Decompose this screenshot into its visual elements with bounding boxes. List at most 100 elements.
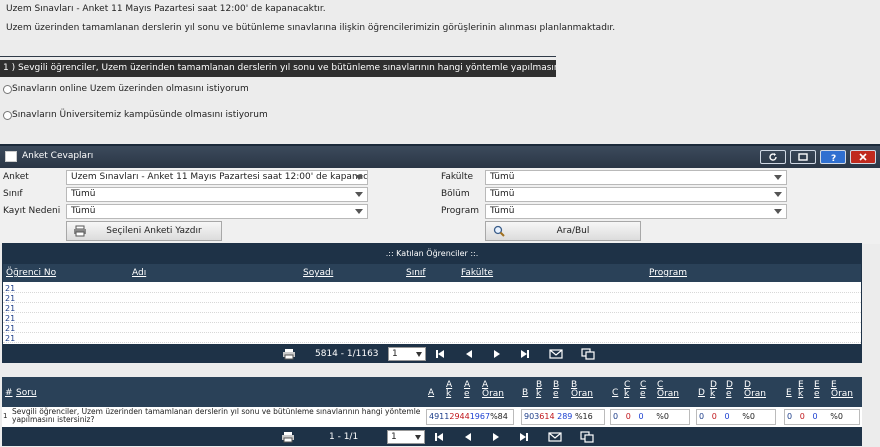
printer-icon[interactable] [282,348,296,360]
program-label: Program [441,206,479,216]
col-b-e[interactable]: Be [553,381,559,399]
answer-c-total: 0 [613,412,619,421]
prev-page-icon[interactable] [463,432,473,442]
answer-b-total: 903 [524,412,540,421]
sinif-label: Sınıf [3,189,23,199]
question-title: 1 ) Sevgili öğrenciler, Uzem üzerinden t… [0,60,556,77]
svg-text:?: ? [831,154,836,162]
last-page-icon[interactable] [519,432,529,442]
table-row[interactable]: 21 [3,284,861,293]
col-b[interactable]: B [522,389,528,398]
col-soyadi[interactable]: Soyadı [303,268,333,278]
answer-c-e: 0 [638,412,644,421]
program-select-value: Tümü [490,206,515,216]
mail-icon[interactable] [548,432,562,442]
col-e-k[interactable]: Ek [798,381,804,399]
radio-button[interactable] [3,110,12,120]
option-label: Sınavların Üniversitemiz kampüsünde olma… [12,110,268,120]
fakulte-select-value: Tümü [490,172,515,182]
col-e[interactable]: E [786,389,792,398]
close-button[interactable] [850,150,876,164]
bolum-select-value: Tümü [490,189,515,199]
col-d-oran[interactable]: D Oran [744,381,766,399]
anket-select[interactable]: Uzem Sınavları - Anket 11 Mayıs Pazartes… [66,170,368,185]
copy-icon[interactable] [580,431,594,443]
col-b-k[interactable]: Bk [536,381,542,399]
answer-b-cell: 903614 289 %16 [521,409,605,425]
students-caption: .:: Katılan Öğrenciler ::. [385,249,479,258]
table-row[interactable]: 21 [3,324,861,333]
col-program[interactable]: Program [649,268,687,278]
col-adi[interactable]: Adı [132,268,146,278]
maximize-button[interactable] [790,150,816,164]
col-c-oran[interactable]: C Oran [657,381,679,399]
col-fakulte[interactable]: Fakülte [461,268,493,278]
last-page-icon[interactable] [520,349,530,359]
table-row[interactable]: 21 [3,304,861,313]
mail-icon[interactable] [549,349,563,359]
results-panel: # Soru A Ak Ae A Oran B Bk Be B Oran C Ck … [2,377,862,446]
next-page-icon[interactable] [491,432,501,442]
answer-c-cell: 0 0 0 %0 [610,409,690,425]
first-page-icon[interactable] [434,432,444,442]
col-d-e[interactable]: De [726,381,733,399]
anket-label: Anket [3,172,29,182]
bolum-select[interactable]: Tümü [485,187,787,202]
table-row[interactable]: 21 [3,294,861,303]
row-question: Sevgili öğrenciler, Uzem üzerinden tamam… [12,407,421,424]
col-c[interactable]: C [612,389,618,398]
col-a-oran[interactable]: A Oran [482,381,504,399]
search-button[interactable]: Ara/Bul [485,221,641,241]
col-sinif[interactable]: Sınıf [406,268,426,278]
answer-d-k: 0 [711,412,717,421]
refresh-icon [769,153,777,161]
program-select[interactable]: Tümü [485,204,787,219]
page-select[interactable]: 1 [388,347,426,361]
results-header: # Soru A Ak Ae A Oran B Bk Be B Oran C Ck … [2,377,862,407]
col-ogrenci-no[interactable]: Öğrenci No [6,268,56,278]
answer-c-k: 0 [625,412,631,421]
answer-c-oran: %0 [656,412,669,421]
results-row[interactable]: 1 Sevgili öğrenciler, Uzem üzerinden tam… [2,407,862,427]
results-page-select[interactable]: 1 [387,430,425,444]
col-a-k[interactable]: Ak [446,381,452,399]
refresh-button[interactable] [760,150,786,164]
survey-title: Uzem Sınavları - Anket 11 Mayıs Pazartes… [6,4,326,14]
fakulte-select[interactable]: Tümü [485,170,787,185]
first-page-icon[interactable] [435,349,445,359]
col-soru[interactable]: Soru [16,389,37,398]
radio-button[interactable] [3,84,12,94]
sinif-select[interactable]: Tümü [66,187,368,202]
option-online[interactable]: Sınavların online Uzem üzerinden olmasın… [3,84,249,94]
answer-b-oran: %16 [574,412,593,421]
printer-icon[interactable] [281,431,295,443]
chevron-down-icon [355,175,363,180]
col-e-oran[interactable]: E Oran [831,381,853,399]
printer-icon [74,225,86,237]
answer-b-e: 289 [557,412,573,421]
copy-icon[interactable] [581,348,595,360]
option-campus[interactable]: Sınavların Üniversitemiz kampüsünde olma… [3,110,268,120]
page-select-value: 1 [392,349,398,359]
table-row[interactable]: 21 [3,334,861,343]
table-row[interactable]: 21 [3,314,861,323]
col-e-e[interactable]: Ee [814,381,820,399]
col-d-k[interactable]: Dk [710,381,717,399]
col-c-k[interactable]: Ck [624,381,630,399]
filter-form: Anket Uzem Sınavları - Anket 11 Mayıs Pa… [0,168,880,244]
kayit-nedeni-label: Kayıt Nedeni [3,206,61,216]
col-b-oran[interactable]: B Oran [571,381,593,399]
kayit-nedeni-select[interactable]: Tümü [66,204,368,219]
col-a-e[interactable]: Ae [464,381,470,399]
prev-page-icon[interactable] [464,349,474,359]
search-icon [493,225,505,237]
print-survey-button[interactable]: Seçileni Anketi Yazdır [66,221,222,241]
chevron-down-icon [774,175,782,180]
col-c-e[interactable]: Ce [640,381,646,399]
help-button[interactable]: ? [820,150,846,164]
col-d[interactable]: D [698,389,705,398]
col-a[interactable]: A [428,389,434,398]
answer-d-cell: 0 0 0 %0 [696,409,776,425]
next-page-icon[interactable] [492,349,502,359]
help-icon: ? [831,154,836,162]
